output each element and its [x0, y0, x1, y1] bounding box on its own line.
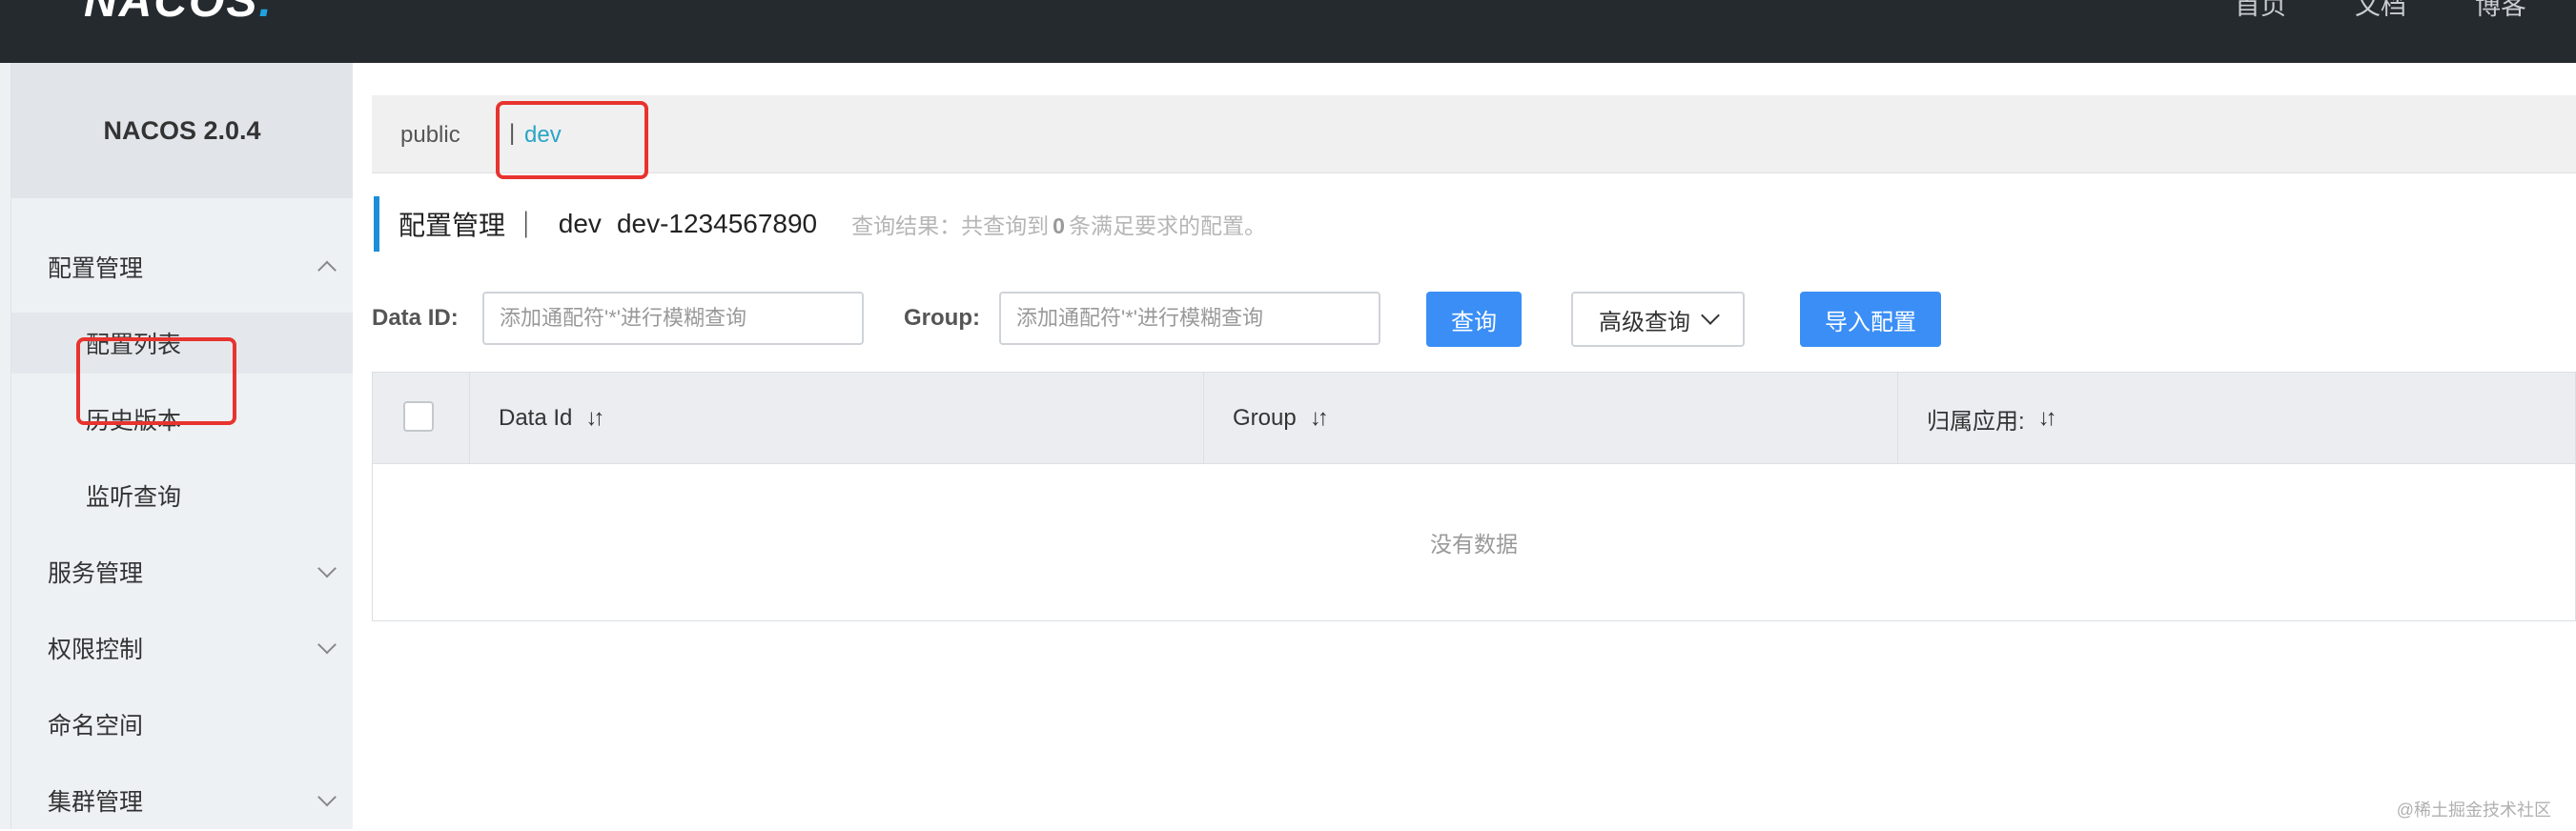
column-label: 归属应用: [1927, 402, 2025, 436]
page-title-row: 配置管理 ｜ dev dev-1234567890 查询结果：共查询到0条满足要… [374, 196, 1266, 252]
sidebar-item-listener-query[interactable]: 监听查询 [11, 465, 353, 526]
advanced-query-label: 高级查询 [1599, 303, 1690, 336]
namespace-bar: public | dev [372, 95, 2576, 173]
data-id-label: Data ID: [372, 305, 459, 332]
namespace-public[interactable]: public [400, 122, 460, 149]
query-button[interactable]: 查询 [1426, 292, 1522, 347]
chevron-down-icon [1701, 306, 1720, 325]
table-header: Data Id ↓↑ Group ↓↑ 归属应用: ↓↑ [373, 373, 2575, 464]
sort-icon[interactable]: ↓↑ [1310, 405, 1325, 432]
current-namespace-id: dev-1234567890 [617, 209, 817, 239]
query-result-summary: 查询结果：共查询到0条满足要求的配置。 [851, 208, 1266, 240]
select-all-cell [373, 373, 470, 464]
sidebar-item-label: 命名空间 [48, 707, 143, 741]
sort-icon[interactable]: ↓↑ [585, 405, 601, 432]
chevron-down-icon [317, 636, 337, 655]
sidebar-version-title: NACOS 2.0.4 [103, 116, 260, 146]
sidebar-item-service-management[interactable]: 服务管理 [11, 541, 353, 602]
group-label: Group: [904, 305, 980, 332]
sidebar-item-label: 服务管理 [48, 555, 143, 589]
empty-state: 没有数据 [373, 464, 2575, 620]
highlight-box-namespace [496, 101, 648, 179]
sidebar-item-label: 权限控制 [48, 631, 143, 665]
sort-icon[interactable]: ↓↑ [2038, 405, 2054, 432]
sidebar-item-label: 集群管理 [48, 783, 143, 818]
column-header-data-id[interactable]: Data Id ↓↑ [470, 373, 1204, 464]
page-title: 配置管理 ｜ [399, 205, 540, 243]
sidebar-item-cluster-management[interactable]: 集群管理 [11, 770, 353, 831]
advanced-query-button[interactable]: 高级查询 [1571, 292, 1745, 347]
sidebar-item-config-management[interactable]: 配置管理 [11, 236, 353, 297]
sidebar: NACOS 2.0.4 配置管理 配置列表 历史版本 监听查询 服务管理 权限控… [11, 63, 353, 829]
top-nav: 首页 文档 博客 [2235, 0, 2526, 22]
sidebar-item-namespace[interactable]: 命名空间 [11, 694, 353, 755]
column-header-group[interactable]: Group ↓↑ [1204, 373, 1898, 464]
sidebar-item-label: 配置管理 [48, 250, 143, 284]
column-label: Group [1233, 405, 1297, 432]
sidebar-item-label: 监听查询 [86, 478, 181, 513]
group-input[interactable]: 添加通配符'*'进行模糊查询 [999, 292, 1380, 345]
sidebar-header: NACOS 2.0.4 [11, 63, 353, 198]
nacos-logo[interactable]: NACOS. [84, 0, 274, 28]
highlight-box-config-list [76, 337, 236, 425]
watermark: @稀土掘金技术社区 [2397, 797, 2551, 821]
import-config-button[interactable]: 导入配置 [1800, 292, 1941, 347]
nav-blog-link[interactable]: 博客 [2475, 0, 2526, 22]
chevron-down-icon [317, 559, 337, 578]
current-namespace: dev [559, 209, 602, 239]
filter-row: Data ID: 添加通配符'*'进行模糊查询 Group: 添加通配符'*'进… [372, 292, 2576, 347]
column-label: Data Id [499, 405, 572, 432]
main-content: public | dev 配置管理 ｜ dev dev-1234567890 查… [353, 63, 2576, 829]
config-table: Data Id ↓↑ Group ↓↑ 归属应用: ↓↑ 没有数据 [372, 372, 2576, 621]
top-bar: NACOS. 首页 文档 博客 [0, 0, 2576, 63]
chevron-up-icon [317, 261, 337, 280]
sidebar-item-permission-control[interactable]: 权限控制 [11, 618, 353, 679]
nav-docs-link[interactable]: 文档 [2355, 0, 2406, 22]
select-all-checkbox[interactable] [403, 401, 434, 432]
column-header-app[interactable]: 归属应用: ↓↑ [1898, 373, 2576, 464]
chevron-down-icon [317, 788, 337, 807]
nav-home-link[interactable]: 首页 [2235, 0, 2286, 22]
data-id-input[interactable]: 添加通配符'*'进行模糊查询 [482, 292, 864, 345]
left-edge-strip [0, 63, 11, 829]
